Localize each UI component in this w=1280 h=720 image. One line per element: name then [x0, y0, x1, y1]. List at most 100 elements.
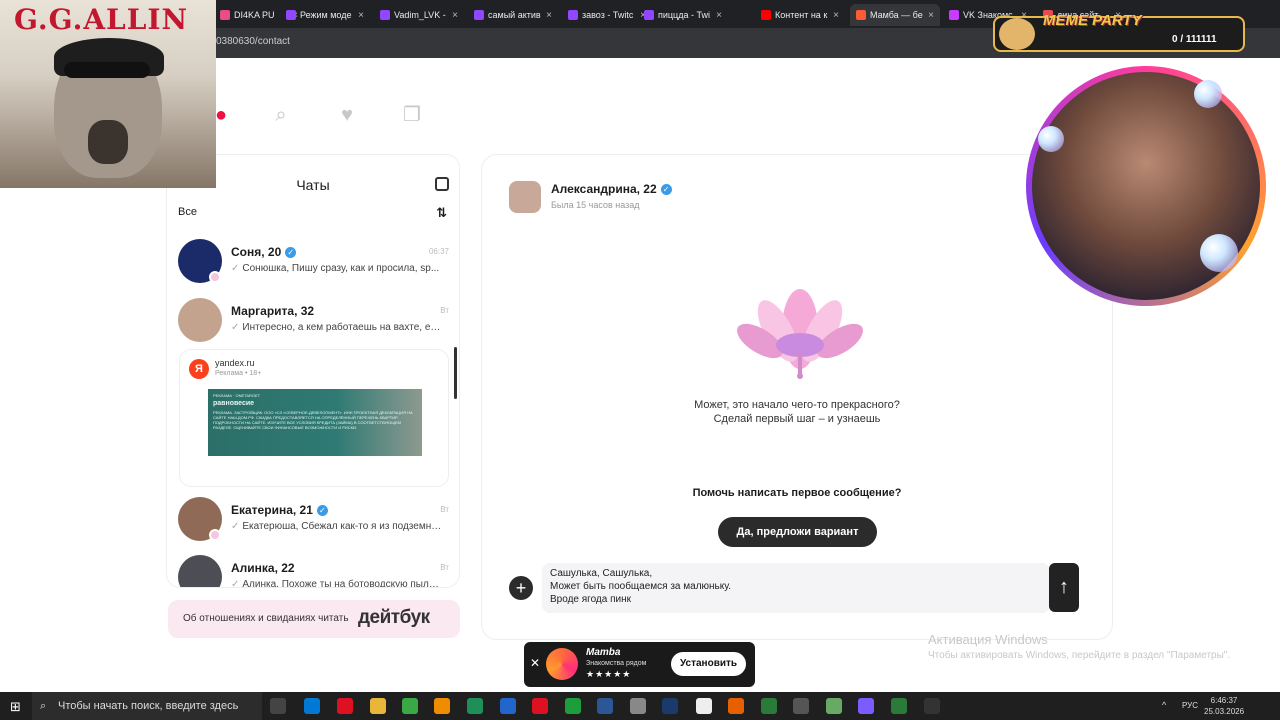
app-icon[interactable] — [467, 698, 483, 714]
app-icon[interactable] — [565, 698, 581, 714]
vlc-icon[interactable] — [434, 698, 450, 714]
windows-activation-watermark: Активация Windows Чтобы активировать Win… — [928, 632, 1231, 661]
tab-close-icon[interactable]: × — [928, 10, 934, 21]
tab-close-icon[interactable]: × — [546, 10, 552, 21]
url-text[interactable]: 0380630/contact — [216, 36, 290, 47]
contact-status: Была 15 часов назад — [551, 200, 640, 210]
opera-icon[interactable] — [337, 698, 353, 714]
store-icon[interactable] — [304, 698, 320, 714]
close-icon[interactable]: ✕ — [530, 656, 540, 670]
browser-tab[interactable]: Контент на к × — [755, 4, 845, 26]
app-icon[interactable] — [402, 698, 418, 714]
contact-name[interactable]: Александрина, 22 ✓ — [551, 182, 672, 196]
webcam-glasses — [64, 62, 150, 78]
meme-counter: 0 / 111111 — [1172, 34, 1217, 45]
meme-party-label: MEME PARTY — [1043, 12, 1142, 29]
attach-plus-icon[interactable]: + — [509, 576, 533, 600]
scrollbar[interactable] — [454, 347, 457, 399]
browser-tab[interactable]: Мамба — бе × — [850, 4, 940, 26]
compose-icon[interactable] — [435, 177, 449, 191]
app-icon[interactable] — [500, 698, 516, 714]
language-indicator[interactable]: РУС — [1182, 701, 1198, 710]
chat-item[interactable]: Маргарита, 32 Вт ✓ Интересно, а кем работ… — [167, 298, 449, 356]
chat-name: Алинка, 22 — [231, 561, 295, 575]
verified-icon: ✓ — [660, 183, 672, 195]
chat-item[interactable]: Соня, 20 ✓ 06:37 ✓ Сонюшка, Пишу сразу, ка… — [167, 239, 449, 297]
taskbar-search[interactable]: ⌕ Чтобы начать поиск, введите здесь запр… — [32, 692, 262, 720]
browser-tab[interactable]: пиццда - Twi × — [638, 4, 728, 26]
chat-time: Вт — [440, 505, 449, 514]
mamba-install-toast: ✕ Mamba Знакомства рядом ★★★★★ Установит… — [524, 642, 755, 687]
windows-start-icon[interactable]: ⊞ — [10, 699, 21, 715]
app-icon[interactable] — [793, 698, 809, 714]
tab-close-icon[interactable]: × — [833, 10, 839, 21]
ad-label: Реклама • 18+ — [215, 370, 262, 377]
empty-state-text: Может, это начало чего-то прекрасного? С… — [694, 399, 900, 425]
suggest-message-button[interactable]: Да, предложи вариант — [718, 517, 877, 547]
chat-preview: ✓ Екатерюша, Сбежал как-то я из подземной… — [231, 521, 443, 532]
datebook-promo[interactable]: Об отношениях и свиданиях читать дейтбук — [168, 600, 460, 638]
chat-preview: ✓ Интересно, а кем работаешь на вахте, ес… — [231, 322, 443, 333]
tab-favicon-icon — [220, 10, 230, 20]
app-icon[interactable] — [532, 698, 548, 714]
tab-favicon-icon — [568, 10, 578, 20]
browser-tab[interactable]: Режим моде × — [280, 4, 370, 26]
search-icon: ⌕ — [40, 700, 47, 712]
firefox-icon[interactable] — [728, 698, 744, 714]
tab-label: пиццда - Twi — [658, 10, 710, 20]
verified-icon: ✓ — [285, 246, 297, 258]
word-icon[interactable] — [597, 698, 613, 714]
chat-item[interactable]: Екатерина, 21 ✓ Вт ✓ Екатерюша, Сбежал как… — [167, 497, 449, 555]
online-dot — [209, 587, 221, 588]
sent-check-icon: ✓ — [231, 263, 240, 274]
tab-favicon-icon — [856, 10, 866, 20]
app-icon[interactable] — [630, 698, 646, 714]
tab-close-icon[interactable]: × — [358, 10, 364, 21]
yandex-icon[interactable] — [696, 698, 712, 714]
chat-preview: ✓ Алинка, Похоже ты на ботоводскую пылинк… — [231, 579, 443, 588]
likes-icon[interactable]: ♥ — [336, 104, 358, 126]
photoshop-icon[interactable] — [662, 698, 678, 714]
explorer-icon[interactable] — [370, 698, 386, 714]
chrome-icon[interactable] — [891, 698, 907, 714]
filter-icon[interactable]: ⇅ — [436, 205, 447, 221]
browser-tab[interactable]: самый актив × — [468, 4, 558, 26]
chat-name: Екатерина, 21 ✓ — [231, 503, 328, 517]
app-icon[interactable] — [924, 698, 940, 714]
chrome-icon[interactable] — [761, 698, 777, 714]
tab-label: Контент на к — [775, 10, 828, 20]
help-question: Помочь написать первое сообщение? — [692, 487, 902, 499]
task-view-icon[interactable] — [270, 698, 286, 714]
install-button[interactable]: Установить — [671, 652, 746, 676]
contact-avatar[interactable] — [509, 181, 541, 213]
search-icon[interactable]: ⌕ — [270, 104, 292, 126]
ad-banner[interactable]: РЕКЛАМА · ONETARGET равновесие РЕКЛАМА. … — [208, 389, 422, 456]
tab-label: Мамба — бе — [870, 10, 923, 20]
streamer-cam-circle — [1026, 66, 1266, 306]
ad-card[interactable]: Я yandex.ru Реклама • 18+ РЕКЛАМА · ONET… — [179, 349, 449, 487]
system-clock[interactable]: 6:46:37 25.03.2026 — [1204, 695, 1244, 717]
doge-icon — [999, 18, 1035, 50]
browser-tab[interactable]: Vadim_LVK - × — [374, 4, 464, 26]
webcam-overlay: G.G.ALLIN — [0, 0, 216, 188]
conversation-panel: Александрина, 22 ✓ Была 15 часов назад Мо… — [481, 154, 1113, 640]
app-icon[interactable] — [858, 698, 874, 714]
tab-favicon-icon — [286, 10, 296, 20]
send-arrow-icon[interactable]: ↑ — [1049, 563, 1079, 612]
message-input[interactable]: Сашулька, Сашулька, Может быть пообщаемс… — [542, 563, 1050, 613]
chat-name: Маргарита, 32 — [231, 304, 315, 318]
tab-close-icon[interactable]: × — [452, 10, 458, 21]
tab-label: Режим моде — [300, 10, 352, 20]
chat-filter-all[interactable]: Все — [178, 206, 197, 218]
tab-close-icon[interactable]: × — [716, 10, 722, 21]
app-icon[interactable] — [826, 698, 842, 714]
chats-icon[interactable]: ❐ — [401, 104, 423, 126]
online-dot — [209, 529, 221, 541]
bubble-decoration — [1200, 234, 1238, 272]
tab-favicon-icon — [644, 10, 654, 20]
chat-time: 06:37 — [428, 247, 449, 256]
ad-banner-title: равновесие — [213, 400, 255, 407]
tray-chevron-icon[interactable]: ^ — [1162, 700, 1166, 710]
chat-item[interactable]: Алинка, 22 Вт ✓ Алинка, Похоже ты на бото… — [167, 555, 449, 588]
windows-taskbar: ⊞ ⌕ Чтобы начать поиск, введите здесь за… — [0, 692, 1280, 720]
